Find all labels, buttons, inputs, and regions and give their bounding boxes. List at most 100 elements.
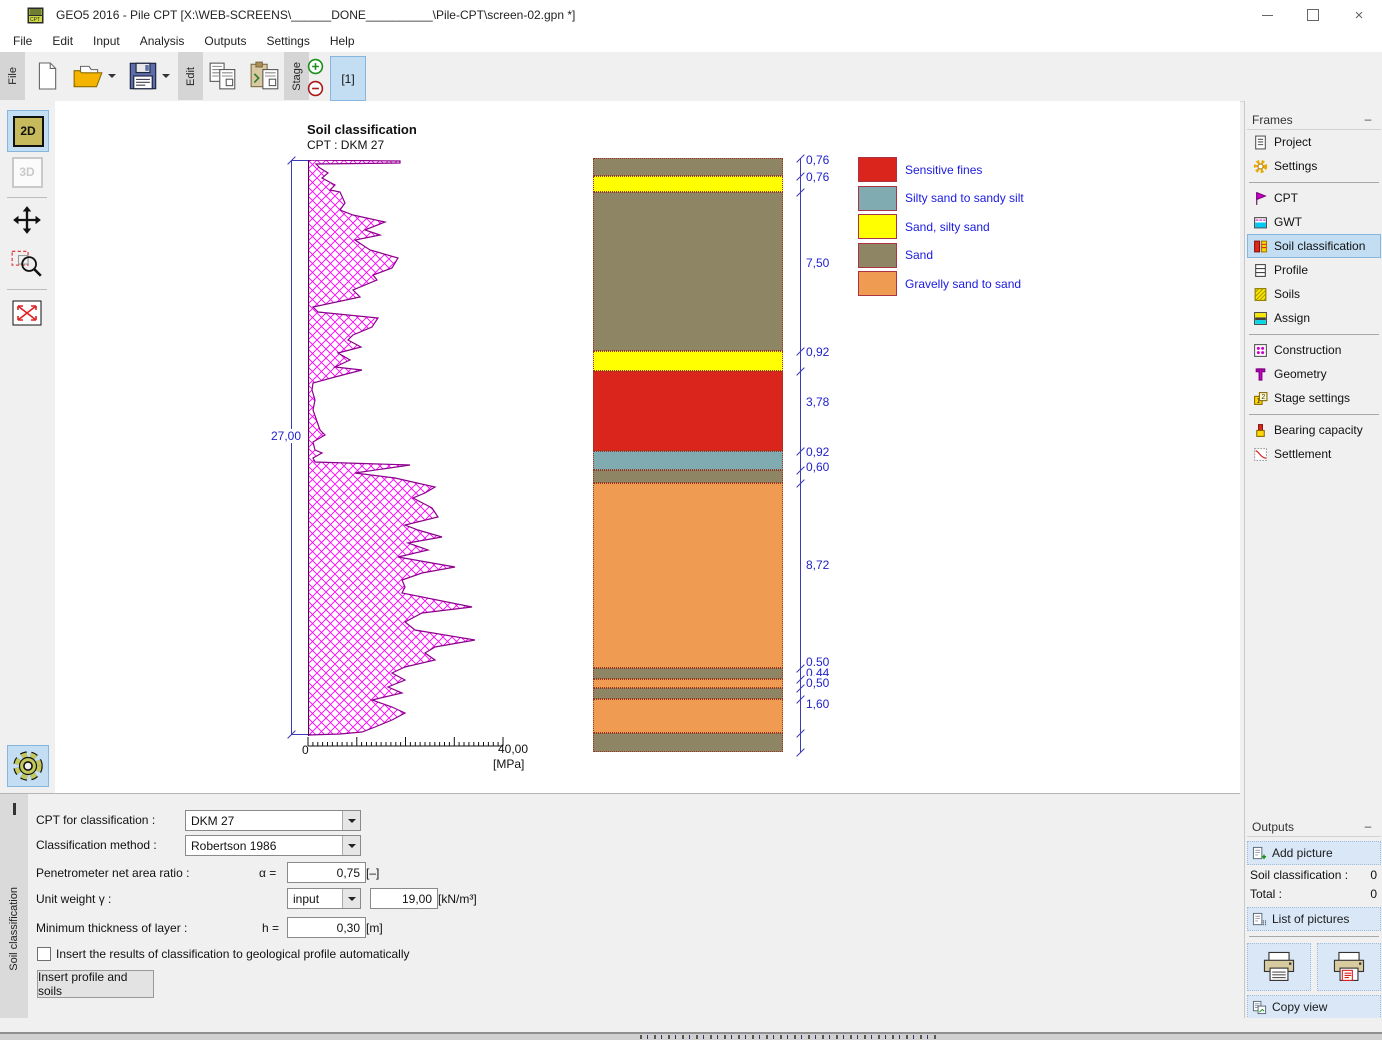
frame-item-label: Settlement bbox=[1274, 447, 1331, 461]
frames-header: Frames – bbox=[1247, 110, 1381, 130]
open-file-button[interactable] bbox=[70, 55, 118, 97]
menu-item-outputs[interactable]: Outputs bbox=[194, 31, 256, 51]
paste-button[interactable] bbox=[246, 55, 284, 97]
frame-item-geometry[interactable]: Geometry bbox=[1247, 362, 1381, 386]
frame-tab-label: Soil classification bbox=[3, 844, 25, 1014]
save-button[interactable] bbox=[124, 55, 174, 97]
cpt-resistance-plot bbox=[308, 160, 508, 736]
remove-stage-button[interactable] bbox=[306, 78, 324, 98]
outputs-minimize-button[interactable]: – bbox=[1361, 819, 1375, 833]
unit-weight-input[interactable]: 19,00 bbox=[370, 888, 438, 909]
thickness-unit: [m] bbox=[366, 921, 383, 935]
menu-item-help[interactable]: Help bbox=[320, 31, 365, 51]
cpt-select[interactable]: DKM 27 bbox=[185, 810, 361, 831]
menu-item-settings[interactable]: Settings bbox=[256, 31, 319, 51]
layer-thickness-label: 0,92 bbox=[806, 445, 850, 459]
save-dropdown-arrow-icon[interactable] bbox=[162, 74, 170, 82]
frame-item-bearing-capacity[interactable]: Bearing capacity bbox=[1247, 418, 1381, 442]
pan-button[interactable] bbox=[7, 200, 47, 240]
menu-item-edit[interactable]: Edit bbox=[42, 31, 83, 51]
dropdown-arrow-icon[interactable] bbox=[342, 811, 360, 830]
close-button[interactable]: × bbox=[1336, 0, 1382, 30]
insert-results-checkbox[interactable] bbox=[37, 947, 51, 961]
view-3d-button[interactable]: 3D bbox=[7, 152, 47, 192]
menu-item-analysis[interactable]: Analysis bbox=[130, 31, 195, 51]
taskbar-edge bbox=[0, 1032, 1382, 1040]
copy-button[interactable] bbox=[205, 55, 241, 97]
frame-item-cpt[interactable]: CPT bbox=[1247, 186, 1381, 210]
frame-collapse-handle[interactable] bbox=[13, 803, 16, 815]
alpha-input[interactable]: 0,75 bbox=[287, 862, 366, 883]
maximize-button[interactable] bbox=[1290, 0, 1336, 30]
net-area-ratio-label: Penetrometer net area ratio : bbox=[36, 866, 189, 880]
axis-min-label: 0 bbox=[302, 743, 309, 757]
frames-list: Project Settings CPTGWTSoil classification… bbox=[1247, 130, 1381, 466]
frame-item-soil-classification[interactable]: Soil classification bbox=[1247, 234, 1381, 258]
menu-item-file[interactable]: File bbox=[3, 31, 42, 51]
frame-item-gwt[interactable]: GWT bbox=[1247, 210, 1381, 234]
method-select[interactable]: Robertson 1986 bbox=[185, 835, 361, 856]
axis-max-label: 40,00 bbox=[498, 742, 528, 756]
fit-view-button[interactable] bbox=[7, 293, 47, 333]
layer-thickness-label: 8,72 bbox=[806, 558, 850, 572]
frames-minimize-button[interactable]: – bbox=[1361, 112, 1375, 126]
frame-item-label: Settings bbox=[1274, 159, 1317, 173]
new-file-button[interactable] bbox=[30, 55, 64, 97]
frame-item-construction[interactable]: Construction bbox=[1247, 338, 1381, 362]
soil-layer bbox=[593, 158, 783, 176]
add-picture-button[interactable]: Add picture bbox=[1247, 841, 1381, 865]
settings-gear-button[interactable] bbox=[7, 745, 49, 787]
insert-profile-and-soils-button[interactable]: Insert profile and soils bbox=[37, 970, 154, 998]
view-2d-button[interactable]: 2D bbox=[7, 110, 49, 152]
stage-1-button[interactable]: [1] bbox=[330, 56, 366, 101]
open-dropdown-arrow-icon[interactable] bbox=[108, 74, 116, 82]
copy-view-button[interactable]: Copy view bbox=[1247, 995, 1381, 1019]
assign-icon bbox=[1253, 311, 1268, 326]
print-button[interactable] bbox=[1247, 943, 1311, 991]
zoom-window-button[interactable] bbox=[7, 243, 47, 283]
frame-item-stage-settings[interactable]: 12Stage settings bbox=[1247, 386, 1381, 410]
layer-dimension-line bbox=[800, 158, 801, 753]
frame-item-label: Project bbox=[1274, 135, 1311, 149]
soil-layer bbox=[593, 192, 783, 351]
menu-bar: FileEditInputAnalysisOutputsSettingsHelp bbox=[0, 30, 1382, 52]
menu-item-input[interactable]: Input bbox=[83, 31, 130, 51]
minimize-button[interactable] bbox=[1244, 0, 1290, 30]
dropdown-arrow-icon[interactable] bbox=[342, 889, 360, 908]
layer-thickness-label: 3,78 bbox=[806, 395, 850, 409]
print-selection-button[interactable] bbox=[1317, 943, 1381, 991]
unit-weight-mode-select[interactable]: input bbox=[287, 888, 361, 909]
frame-item-settings[interactable]: Settings bbox=[1247, 154, 1381, 178]
svg-text:CPT: CPT bbox=[30, 17, 40, 23]
project-icon bbox=[1253, 135, 1268, 150]
frame-item-settlement[interactable]: Settlement bbox=[1247, 442, 1381, 466]
frame-item-project[interactable]: Project bbox=[1247, 130, 1381, 154]
toolbar: File Edit Stage [1] bbox=[0, 52, 1382, 102]
chart-subtitle: CPT : DKM 27 bbox=[307, 138, 384, 152]
frame-tab-strip: Soil classification bbox=[0, 794, 28, 1019]
outputs-panel: Outputs – Add picture Soil classificatio… bbox=[1247, 817, 1381, 1019]
frame-item-label: Geometry bbox=[1274, 367, 1327, 381]
outputs-header: Outputs – bbox=[1247, 817, 1381, 837]
soil-layer bbox=[593, 176, 783, 192]
add-stage-button[interactable] bbox=[306, 56, 324, 76]
total-depth-label: 27,00 bbox=[271, 429, 301, 443]
list-of-pictures-button[interactable]: List of pictures bbox=[1247, 907, 1381, 931]
legend-label: Gravelly sand to sand bbox=[905, 277, 1021, 291]
dropdown-arrow-icon[interactable] bbox=[342, 836, 360, 855]
frame-item-soils[interactable]: Soils bbox=[1247, 282, 1381, 306]
frame-item-label: Stage settings bbox=[1274, 391, 1350, 405]
legend-item: Gravelly sand to sand bbox=[858, 271, 1024, 296]
alpha-unit: [–] bbox=[366, 866, 379, 880]
min-thickness-input[interactable]: 0,30 bbox=[287, 917, 366, 938]
legend-label: Sand, silty sand bbox=[905, 220, 990, 234]
frame-item-assign[interactable]: Assign bbox=[1247, 306, 1381, 330]
settings-icon bbox=[1253, 159, 1268, 174]
soil-layer bbox=[593, 351, 783, 371]
legend-item: Sand bbox=[858, 243, 1024, 268]
frames-separator bbox=[1247, 330, 1381, 338]
toolbar-group-file: File bbox=[0, 52, 25, 100]
drawing-canvas[interactable]: Soil classification CPT : DKM 27 27,00 0… bbox=[55, 101, 1240, 793]
3d-icon: 3D bbox=[12, 157, 43, 188]
frame-item-profile[interactable]: Profile bbox=[1247, 258, 1381, 282]
